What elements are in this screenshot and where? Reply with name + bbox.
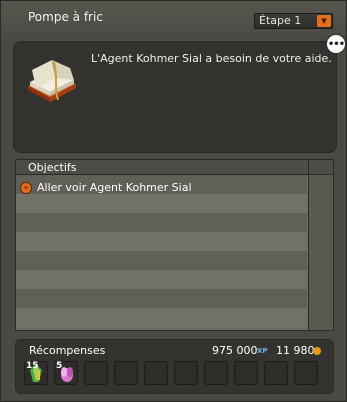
list-row [16,232,307,251]
list-row [16,308,307,327]
objectives-header: Objectifs [16,160,333,175]
xp-reward: 975 000 [212,344,258,357]
title-bar: Pompe à fric Étape 1 ▼ [1,1,346,35]
list-row [16,270,307,289]
quest-title: Pompe à fric [28,10,103,24]
reward-slot-empty [174,361,198,385]
xp-icon: XP [257,347,268,355]
step-select[interactable]: Étape 1 ▼ [254,13,333,29]
kamas-icon [313,347,321,355]
objective-item[interactable]: + Aller voir Agent Kohmer Sial [16,178,307,197]
more-options-button[interactable]: ••• [326,34,346,54]
kamas-reward: 11 980 [276,344,315,357]
reward-slot-empty [84,361,108,385]
header-divider [308,160,309,175]
reward-slot-empty [144,361,168,385]
step-select-value: Étape 1 [259,14,302,27]
description-panel: L'Agent Kohmer Sial a besoin de votre ai… [13,41,337,153]
objectives-title: Objectifs [28,161,77,174]
objectives-list [16,175,307,330]
rewards-title: Récompenses [29,344,106,357]
chevron-down-icon[interactable]: ▼ [317,15,331,27]
item-count: 5 [56,361,63,371]
reward-slot-empty [294,361,318,385]
item-count: 15 [26,361,39,371]
objectives-panel: Objectifs + Aller voir Agent Kohmer Sial [15,159,334,331]
objective-marker-icon: + [20,181,32,194]
reward-slot[interactable]: 15 [24,361,48,385]
list-row [16,251,307,270]
book-icon [28,59,76,102]
objective-label: Aller voir Agent Kohmer Sial [37,181,192,194]
reward-slot-empty [234,361,258,385]
reward-slot-empty [204,361,228,385]
list-row [16,213,307,232]
reward-slot-empty [264,361,288,385]
reward-slot[interactable]: 5 [54,361,78,385]
list-row [16,289,307,308]
rewards-panel: Récompenses 975 000 XP 11 980 15 5 [15,339,334,394]
objectives-scrollbar[interactable] [308,175,333,330]
quest-description: L'Agent Kohmer Sial a besoin de votre ai… [91,52,332,65]
reward-slot-empty [114,361,138,385]
quest-window: Pompe à fric Étape 1 ▼ L'Agent Kohmer Si… [0,0,347,402]
